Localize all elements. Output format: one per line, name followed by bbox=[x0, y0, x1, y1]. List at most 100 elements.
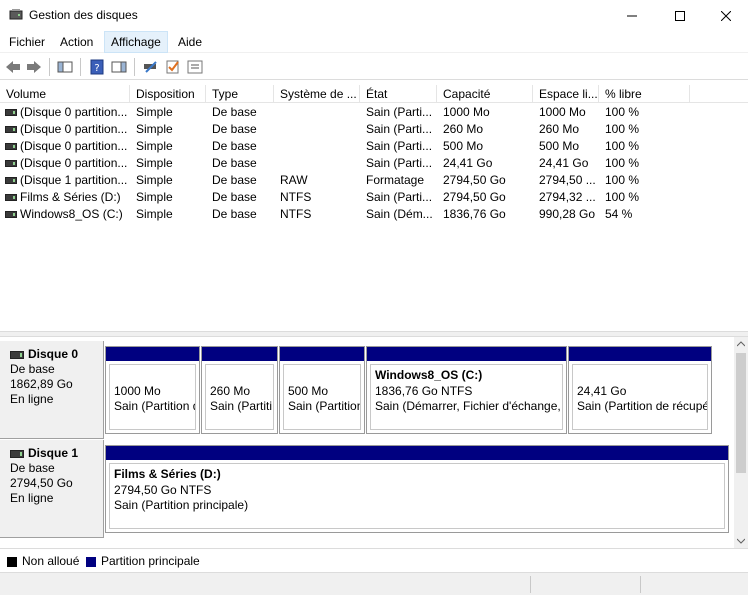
partition-disk0-2[interactable]: 260 Mo Sain (Partiti bbox=[201, 346, 278, 434]
disk-status: En ligne bbox=[10, 491, 54, 505]
partition-windows8-os[interactable]: Windows8_OS (C:) 1836,76 Go NTFS Sain (D… bbox=[366, 346, 567, 434]
partition-disk0-1[interactable]: 1000 Mo Sain (Partition d bbox=[105, 346, 200, 434]
disk-0-label[interactable]: Disque 0 De base 1862,89 Go En ligne bbox=[0, 341, 104, 439]
console-tree-icon[interactable] bbox=[56, 58, 74, 76]
partition-title: Films & Séries (D:) bbox=[114, 467, 221, 481]
partition-status: Sain (Partiti bbox=[210, 399, 273, 413]
table-cell: 24,41 Go bbox=[539, 156, 589, 170]
svg-text:?: ? bbox=[94, 63, 99, 74]
forward-arrow-icon[interactable] bbox=[25, 58, 43, 76]
properties-pane-icon[interactable] bbox=[110, 58, 128, 76]
column-header-etat[interactable]: État bbox=[360, 85, 437, 103]
partition-title bbox=[114, 368, 195, 384]
toolbar: ? bbox=[0, 54, 748, 80]
table-row[interactable]: Windows8_OS (C:) Simple De base NTFS Sain (D… bbox=[0, 206, 748, 223]
table-cell: Sain (Parti... bbox=[366, 105, 433, 119]
table-cell: 1836,76 Go bbox=[443, 207, 506, 221]
list-view-icon[interactable] bbox=[186, 58, 204, 76]
partition-disk0-5[interactable]: 24,41 Go Sain (Partition de récupé bbox=[568, 346, 712, 434]
legend-label-unallocated: Non alloué bbox=[22, 554, 80, 568]
partition-stripe bbox=[569, 347, 711, 361]
table-cell: Sain (Parti... bbox=[366, 190, 433, 204]
scrollbar-thumb[interactable] bbox=[736, 353, 746, 473]
partition-status: Sain (Partition principale) bbox=[114, 498, 249, 512]
minimize-button[interactable] bbox=[609, 0, 655, 31]
table-cell: Simple bbox=[136, 139, 173, 153]
partition-stripe bbox=[202, 347, 277, 361]
menu-aide[interactable]: Aide bbox=[172, 31, 208, 53]
volume-icon bbox=[5, 194, 17, 201]
table-cell: 2794,50 Go bbox=[443, 173, 506, 187]
disk-map: Disque 0 De base 1862,89 Go En ligne 100… bbox=[0, 337, 734, 548]
table-cell: Simple bbox=[136, 105, 173, 119]
table-row[interactable]: Films & Séries (D:) Simple De base NTFS Sain… bbox=[0, 189, 748, 206]
table-cell bbox=[280, 138, 358, 155]
partition-status: Sain (Partition de récupé bbox=[577, 399, 708, 413]
table-cell: Windows8_OS (C:) bbox=[20, 207, 123, 221]
disk-size: 2794,50 Go bbox=[10, 476, 73, 490]
table-row[interactable]: (Disque 0 partition... Simple De base Sain … bbox=[0, 155, 748, 172]
table-cell: Simple bbox=[136, 190, 173, 204]
disk-name: Disque 1 bbox=[28, 446, 79, 460]
column-header-espace-libre[interactable]: Espace li... bbox=[533, 85, 599, 103]
table-cell bbox=[280, 155, 358, 172]
table-row[interactable]: (Disque 0 partition... Simple De base Sain … bbox=[0, 104, 748, 121]
close-button[interactable] bbox=[703, 0, 748, 31]
title-bar: Gestion des disques bbox=[0, 0, 748, 31]
menu-affichage[interactable]: Affichage bbox=[104, 31, 168, 53]
column-header-capacite[interactable]: Capacité bbox=[437, 85, 533, 103]
legend-swatch-unallocated bbox=[7, 557, 17, 567]
table-cell: Simple bbox=[136, 207, 173, 221]
menu-action[interactable]: Action bbox=[54, 31, 99, 53]
maximize-button[interactable] bbox=[657, 0, 703, 31]
close-icon bbox=[721, 10, 731, 21]
column-header-disposition[interactable]: Disposition bbox=[130, 85, 206, 103]
table-cell: Films & Séries (D:) bbox=[20, 190, 121, 204]
disk-map-scrollbar[interactable] bbox=[734, 337, 748, 548]
table-cell: 1000 Mo bbox=[443, 105, 490, 119]
partition-size: 260 Mo bbox=[210, 383, 251, 398]
status-bar-segment bbox=[530, 576, 531, 593]
table-cell: De base bbox=[212, 190, 257, 204]
table-row[interactable]: (Disque 1 partition... Simple De base RAW Fo… bbox=[0, 172, 748, 189]
help-icon[interactable]: ? bbox=[88, 58, 106, 76]
table-cell: 100 % bbox=[605, 105, 640, 119]
column-header-filesystem[interactable]: Système de ... bbox=[274, 85, 360, 103]
table-cell: 100 % bbox=[605, 122, 640, 136]
partition-status: Sain (Partition d bbox=[114, 399, 196, 413]
column-header-volume[interactable]: Volume bbox=[0, 85, 130, 103]
column-header-type[interactable]: Type bbox=[206, 85, 274, 103]
table-cell: 1000 Mo bbox=[539, 105, 586, 119]
table-row[interactable]: (Disque 0 partition... Simple De base Sain … bbox=[0, 138, 748, 155]
partition-title bbox=[210, 368, 273, 384]
check-icon[interactable] bbox=[164, 58, 182, 76]
table-cell: (Disque 0 partition... bbox=[20, 139, 128, 153]
table-row[interactable]: (Disque 0 partition... Simple De base Sain … bbox=[0, 121, 748, 138]
disk-1-label[interactable]: Disque 1 De base 2794,50 Go En ligne bbox=[0, 440, 104, 538]
partition-stripe bbox=[280, 347, 364, 361]
partition-title bbox=[577, 368, 707, 384]
table-cell: 100 % bbox=[605, 139, 640, 153]
scroll-up-icon[interactable] bbox=[737, 341, 745, 347]
partition-title: Windows8_OS (C:) bbox=[375, 368, 483, 382]
partition-disk0-3[interactable]: 500 Mo Sain (Partition bbox=[279, 346, 365, 434]
disk-icon bbox=[10, 449, 24, 458]
table-cell: De base bbox=[212, 173, 257, 187]
table-cell: 260 Mo bbox=[443, 122, 484, 136]
table-cell: De base bbox=[212, 139, 257, 153]
list-header: Volume Disposition Type Système de ... É… bbox=[0, 85, 748, 103]
window-title: Gestion des disques bbox=[29, 8, 138, 22]
status-bar bbox=[0, 572, 748, 595]
table-cell: Sain (Parti... bbox=[366, 139, 433, 153]
menu-fichier[interactable]: Fichier bbox=[3, 31, 51, 53]
connect-disk-icon[interactable] bbox=[142, 58, 160, 76]
back-arrow-icon[interactable] bbox=[4, 58, 22, 76]
table-cell bbox=[280, 104, 358, 121]
volume-list: Volume Disposition Type Système de ... É… bbox=[0, 85, 748, 331]
table-cell: NTFS bbox=[280, 190, 312, 204]
volume-icon bbox=[5, 177, 17, 184]
partition-films-series[interactable]: Films & Séries (D:) 2794,50 Go NTFS Sain… bbox=[105, 445, 729, 533]
column-header-pourcent-libre[interactable]: % libre bbox=[599, 85, 690, 103]
toolbar-separator bbox=[49, 58, 50, 76]
scroll-down-icon[interactable] bbox=[737, 538, 745, 544]
